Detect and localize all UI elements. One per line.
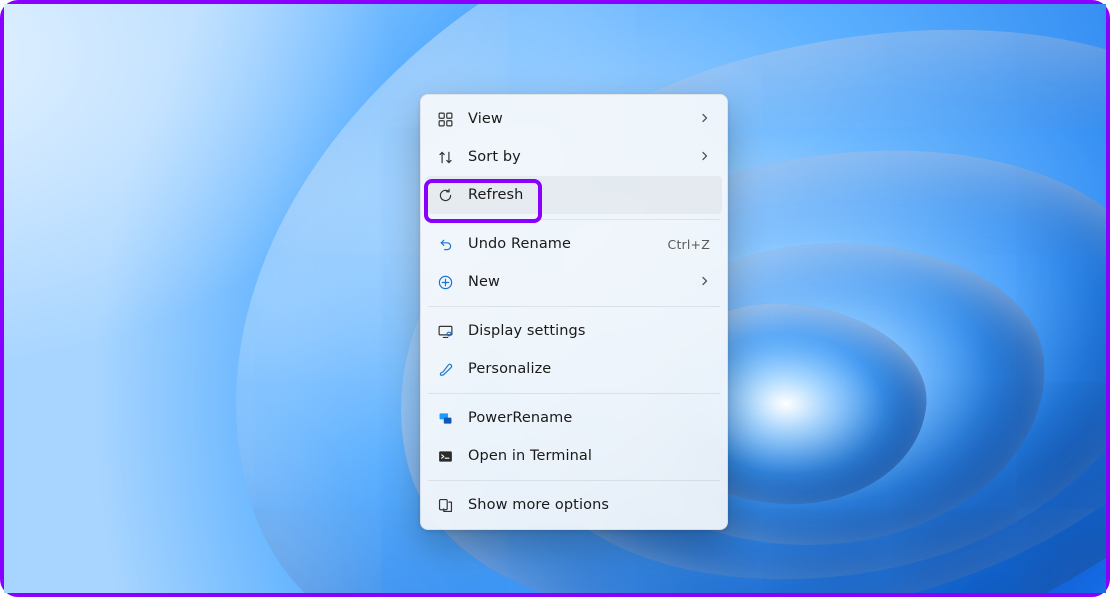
menu-item-sort-by[interactable]: Sort by — [426, 138, 722, 176]
menu-separator — [428, 306, 720, 307]
menu-separator — [428, 480, 720, 481]
chevron-right-icon — [700, 274, 710, 290]
powerrename-icon — [436, 409, 454, 427]
menu-item-display-settings[interactable]: Display settings — [426, 312, 722, 350]
undo-icon — [436, 235, 454, 253]
personalize-icon — [436, 360, 454, 378]
menu-item-label: Refresh — [468, 187, 710, 203]
desktop-context-menu: View Sort by Refresh Undo Rename Ctrl+Z … — [420, 94, 728, 530]
menu-item-label: Display settings — [468, 323, 710, 339]
menu-item-new[interactable]: New — [426, 263, 722, 301]
menu-item-label: Open in Terminal — [468, 448, 710, 464]
sort-icon — [436, 148, 454, 166]
menu-item-label: Undo Rename — [468, 236, 654, 252]
menu-item-refresh[interactable]: Refresh — [426, 176, 722, 214]
menu-item-label: PowerRename — [468, 410, 710, 426]
menu-item-powerrename[interactable]: PowerRename — [426, 399, 722, 437]
menu-item-label: Show more options — [468, 497, 710, 513]
chevron-right-icon — [700, 111, 710, 127]
menu-item-label: Sort by — [468, 149, 686, 165]
chevron-right-icon — [700, 149, 710, 165]
display-settings-icon — [436, 322, 454, 340]
menu-separator — [428, 219, 720, 220]
menu-item-undo-rename[interactable]: Undo Rename Ctrl+Z — [426, 225, 722, 263]
menu-item-label: Personalize — [468, 361, 710, 377]
menu-item-label: View — [468, 111, 686, 127]
view-icon — [436, 110, 454, 128]
menu-separator — [428, 393, 720, 394]
menu-item-view[interactable]: View — [426, 100, 722, 138]
refresh-icon — [436, 186, 454, 204]
menu-item-show-more-options[interactable]: Show more options — [426, 486, 722, 524]
terminal-icon — [436, 447, 454, 465]
menu-item-personalize[interactable]: Personalize — [426, 350, 722, 388]
show-more-icon — [436, 496, 454, 514]
menu-item-label: New — [468, 274, 686, 290]
menu-item-open-in-terminal[interactable]: Open in Terminal — [426, 437, 722, 475]
new-icon — [436, 273, 454, 291]
menu-item-shortcut: Ctrl+Z — [668, 237, 710, 252]
